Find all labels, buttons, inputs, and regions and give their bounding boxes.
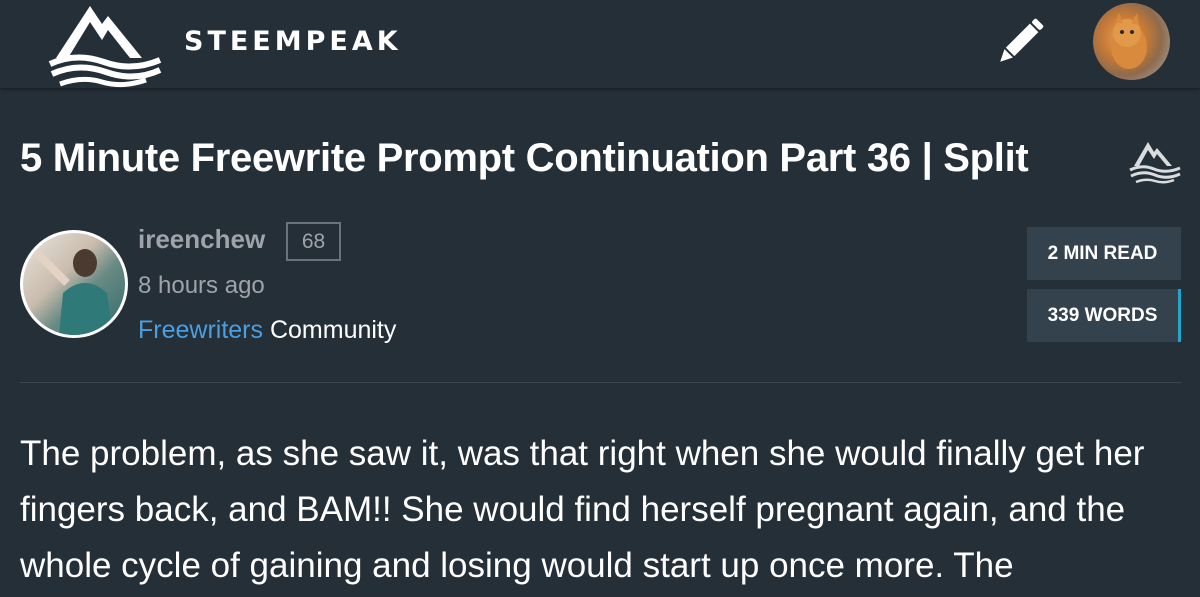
steempeak-mountain-logo-icon xyxy=(1126,136,1182,184)
steempeak-logo-icon[interactable] xyxy=(46,0,164,88)
divider xyxy=(20,382,1182,383)
author-avatar[interactable] xyxy=(20,230,128,338)
post-body: The problem, as she saw it, was that rig… xyxy=(20,434,1145,585)
top-navigation-bar: STEEMPEAK xyxy=(0,0,1200,88)
author-name[interactable]: ireenchew xyxy=(138,224,265,255)
read-time-badge: 2 MIN READ xyxy=(1027,227,1181,280)
pencil-icon[interactable] xyxy=(990,12,1050,72)
word-count-badge: 339 WORDS xyxy=(1027,289,1181,342)
post-time: 8 hours ago xyxy=(138,272,265,299)
post-title: 5 Minute Freewrite Prompt Continuation P… xyxy=(20,136,1029,180)
community-link[interactable]: Freewriters xyxy=(138,316,263,344)
brand-name[interactable]: STEEMPEAK xyxy=(184,26,402,57)
community-line: Freewriters Community xyxy=(138,316,396,345)
community-label: Community xyxy=(263,316,397,344)
reputation-badge: 68 xyxy=(286,222,341,261)
user-avatar[interactable] xyxy=(1093,3,1170,80)
